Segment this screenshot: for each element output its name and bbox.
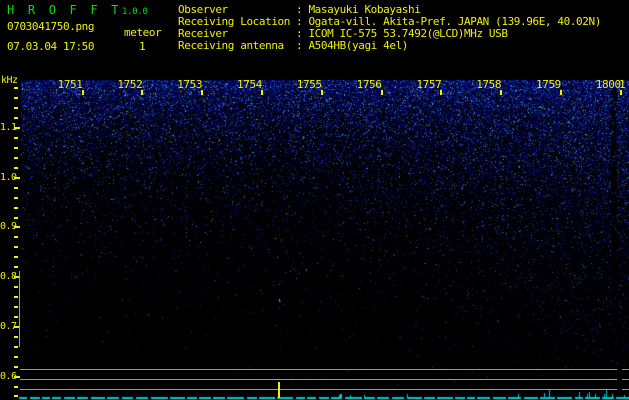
spectrogram-noise-canvas	[0, 0, 629, 400]
freq-minor-tick	[14, 395, 18, 398]
time-tick-label: 1753	[177, 78, 203, 91]
freq-minor-tick	[14, 315, 18, 318]
time-tick-label: 1752	[117, 78, 143, 91]
minute-tick	[320, 90, 323, 95]
meter-reference-line	[20, 389, 617, 390]
freq-minor-tick	[14, 107, 18, 110]
freq-minor-tick	[14, 196, 18, 199]
freq-minor-tick	[14, 266, 18, 269]
freq-minor-tick	[14, 365, 18, 368]
freq-minor-tick	[14, 166, 18, 169]
freq-minor-tick	[14, 137, 18, 139]
minute-tick	[380, 90, 383, 95]
hrofft-output-image: H R O F F T 1.0.0 0703041750.png meteor …	[0, 0, 629, 400]
freq-minor-tick	[14, 355, 18, 358]
frame-datetime: 07.03.04 17:50	[7, 40, 95, 53]
time-tick-label: 1756	[356, 78, 382, 91]
freq-minor-tick	[14, 97, 18, 100]
meter-reference-line	[622, 379, 629, 380]
info-colon: :	[296, 39, 309, 52]
freq-axis-unit: kHz	[1, 75, 18, 86]
time-tick-label: 1751	[57, 78, 83, 91]
freq-minor-tick	[14, 117, 18, 120]
freq-minor-tick	[14, 335, 18, 338]
minute-tick	[141, 90, 144, 95]
freq-minor-tick	[14, 306, 18, 308]
info-value: A504HB(yagi 4el)	[308, 39, 409, 52]
output-filename: 0703041750.png	[7, 20, 95, 33]
freq-minor-tick	[14, 87, 18, 90]
meter-reference-line	[622, 389, 629, 390]
time-tick-label: 1755	[296, 78, 322, 91]
freq-minor-tick	[14, 186, 18, 189]
freq-tick-label: 0.6	[0, 370, 17, 382]
freq-major-tick	[14, 226, 20, 229]
app-version: 1.0.0	[122, 7, 148, 17]
freq-tick-label: 0.8	[0, 271, 17, 283]
freq-major-tick	[14, 127, 20, 129]
freq-minor-tick	[14, 216, 18, 219]
minute-tick	[201, 90, 204, 95]
freq-minor-tick	[14, 296, 18, 298]
freq-tick-label: 1.1	[0, 122, 17, 133]
freq-minor-tick	[14, 156, 18, 159]
minute-tick	[559, 90, 562, 95]
freq-minor-tick	[14, 206, 18, 209]
freq-tick-label: 0.9	[0, 221, 17, 233]
freq-minor-tick	[14, 286, 18, 289]
freq-minor-tick	[14, 385, 18, 388]
meter-reference-line	[20, 369, 617, 370]
meter-reference-line	[622, 369, 629, 370]
freq-minor-tick	[14, 146, 18, 149]
freq-major-tick	[14, 375, 20, 378]
freq-minor-tick	[14, 256, 18, 259]
meter-reference-line	[20, 379, 617, 380]
minute-tick	[81, 90, 84, 95]
meteor-echo-spike	[278, 382, 280, 398]
time-tick-label-partial: 1	[619, 78, 626, 91]
freq-minor-tick	[14, 246, 18, 249]
freq-major-tick	[14, 176, 20, 179]
app-title: H R O F F T	[7, 3, 122, 17]
minute-tick	[500, 90, 503, 95]
mode-label: meteor	[124, 26, 162, 39]
freq-tick-label: 0.7	[0, 320, 17, 332]
minute-tick	[440, 90, 443, 95]
time-tick-label: 1800	[595, 78, 621, 91]
info-label: Receiving antenna	[178, 39, 284, 52]
minute-tick	[260, 90, 263, 95]
freq-tick-label: 1.0	[0, 171, 17, 183]
echo-count: 1	[139, 40, 146, 53]
info-row: Receiving antenna: A504HB(yagi 4el)	[178, 40, 408, 52]
time-tick-label: 1757	[416, 78, 442, 91]
meter-scale-vertical-line	[19, 271, 20, 347]
time-tick-label: 1759	[536, 78, 561, 91]
time-tick-label: 1758	[476, 78, 502, 91]
time-tick-label: 1754	[237, 78, 262, 91]
freq-minor-tick	[14, 236, 18, 239]
freq-minor-tick	[14, 345, 18, 348]
